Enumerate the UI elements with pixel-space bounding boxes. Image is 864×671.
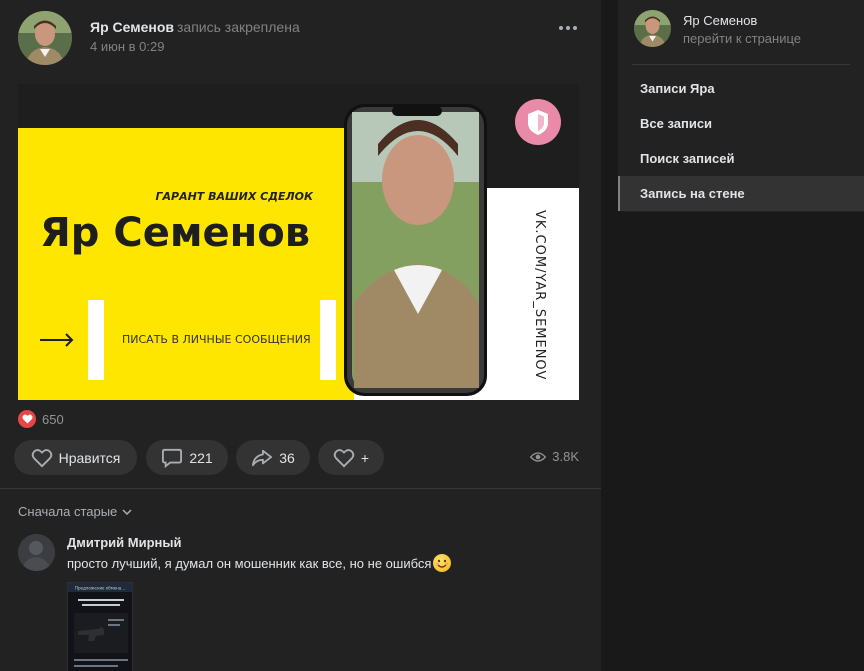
sidebar-item-user-posts[interactable]: Записи Яра bbox=[618, 71, 864, 106]
post-image[interactable]: ГАРАНТ ВАШИХ СДЕЛОК Яр Семенов ПИСАТЬ В … bbox=[18, 84, 579, 400]
sidebar-avatar[interactable] bbox=[634, 10, 671, 47]
sidebar-profile[interactable]: Яр Семенов перейти к странице bbox=[634, 10, 854, 50]
views-count: 3.8K bbox=[552, 449, 579, 464]
sort-label: Сначала старые bbox=[18, 504, 118, 519]
go-to-page-link[interactable]: перейти к странице bbox=[683, 31, 801, 46]
comment-icon bbox=[162, 448, 183, 468]
post-author: Яр Семенов запись закреплена bbox=[90, 19, 300, 35]
add-reaction-label: + bbox=[360, 449, 370, 466]
sidebar-item-all-posts[interactable]: Все записи bbox=[618, 106, 864, 141]
sidebar-divider bbox=[632, 64, 850, 65]
share-icon bbox=[252, 449, 273, 466]
reactions-summary[interactable]: 650 bbox=[18, 410, 64, 428]
author-name[interactable]: Яр Семенов bbox=[90, 19, 174, 35]
eye-icon bbox=[530, 451, 547, 462]
chevron-down-icon bbox=[122, 508, 132, 515]
author-avatar[interactable] bbox=[18, 11, 72, 65]
banner-name: Яр Семенов bbox=[40, 210, 310, 256]
banner-cta: ПИСАТЬ В ЛИЧНЫЕ СООБЩЕНИЯ bbox=[122, 333, 311, 346]
banner-url: VK.COM/YAR_SEMENOV bbox=[532, 210, 547, 380]
add-reaction-button[interactable]: + bbox=[318, 440, 384, 475]
shield-icon bbox=[515, 99, 561, 145]
heart-icon bbox=[31, 448, 52, 467]
sidebar-menu: Яр Семенов перейти к странице Записи Яра… bbox=[618, 0, 864, 212]
sidebar-item-wall-post[interactable]: Запись на стене bbox=[618, 176, 864, 211]
heart-icon bbox=[18, 410, 36, 428]
wall-post: Яр Семенов запись закреплена 4 июн в 0:29… bbox=[0, 0, 601, 671]
banner-tagline: ГАРАНТ ВАШИХ СДЕЛОК bbox=[155, 190, 314, 203]
attachment-title: Предложение обмена... bbox=[75, 586, 125, 591]
divider bbox=[0, 488, 601, 489]
commenter-name[interactable]: Дмитрий Мирный bbox=[67, 535, 181, 550]
smile-emoji-icon bbox=[433, 554, 452, 572]
comment-attachment[interactable]: Предложение обмена... bbox=[67, 582, 133, 671]
comment-text: просто лучший, я думал он мошенник как в… bbox=[67, 554, 452, 572]
views-counter: 3.8K bbox=[530, 449, 579, 464]
shares-count: 36 bbox=[279, 449, 295, 466]
comments-count: 221 bbox=[189, 449, 213, 466]
like-button[interactable]: Нравится bbox=[14, 440, 137, 475]
comment-body: просто лучший, я думал он мошенник как в… bbox=[67, 555, 432, 571]
share-button[interactable]: 36 bbox=[236, 440, 310, 475]
page: Яр Семенов запись закреплена 4 июн в 0:29… bbox=[0, 0, 864, 671]
sidebar-menu-list: Записи Яра Все записи Поиск записей Запи… bbox=[618, 71, 864, 211]
sidebar-name[interactable]: Яр Семенов bbox=[683, 13, 757, 28]
comments-sort[interactable]: Сначала старые bbox=[18, 504, 132, 519]
post-actions: Нравится 221 36 + 3.8K bbox=[14, 440, 579, 475]
pinned-note: запись закреплена bbox=[176, 19, 300, 35]
sidebar-item-search-posts[interactable]: Поиск записей bbox=[618, 141, 864, 176]
post-header: Яр Семенов запись закреплена 4 июн в 0:29 bbox=[18, 11, 588, 65]
reactions-count: 650 bbox=[42, 411, 64, 427]
comment-button[interactable]: 221 bbox=[146, 440, 228, 475]
post-date[interactable]: 4 июн в 0:29 bbox=[90, 39, 164, 54]
like-label: Нравится bbox=[58, 449, 121, 466]
heart-icon bbox=[333, 448, 355, 467]
commenter-avatar[interactable] bbox=[18, 534, 55, 571]
more-icon[interactable] bbox=[556, 19, 580, 37]
